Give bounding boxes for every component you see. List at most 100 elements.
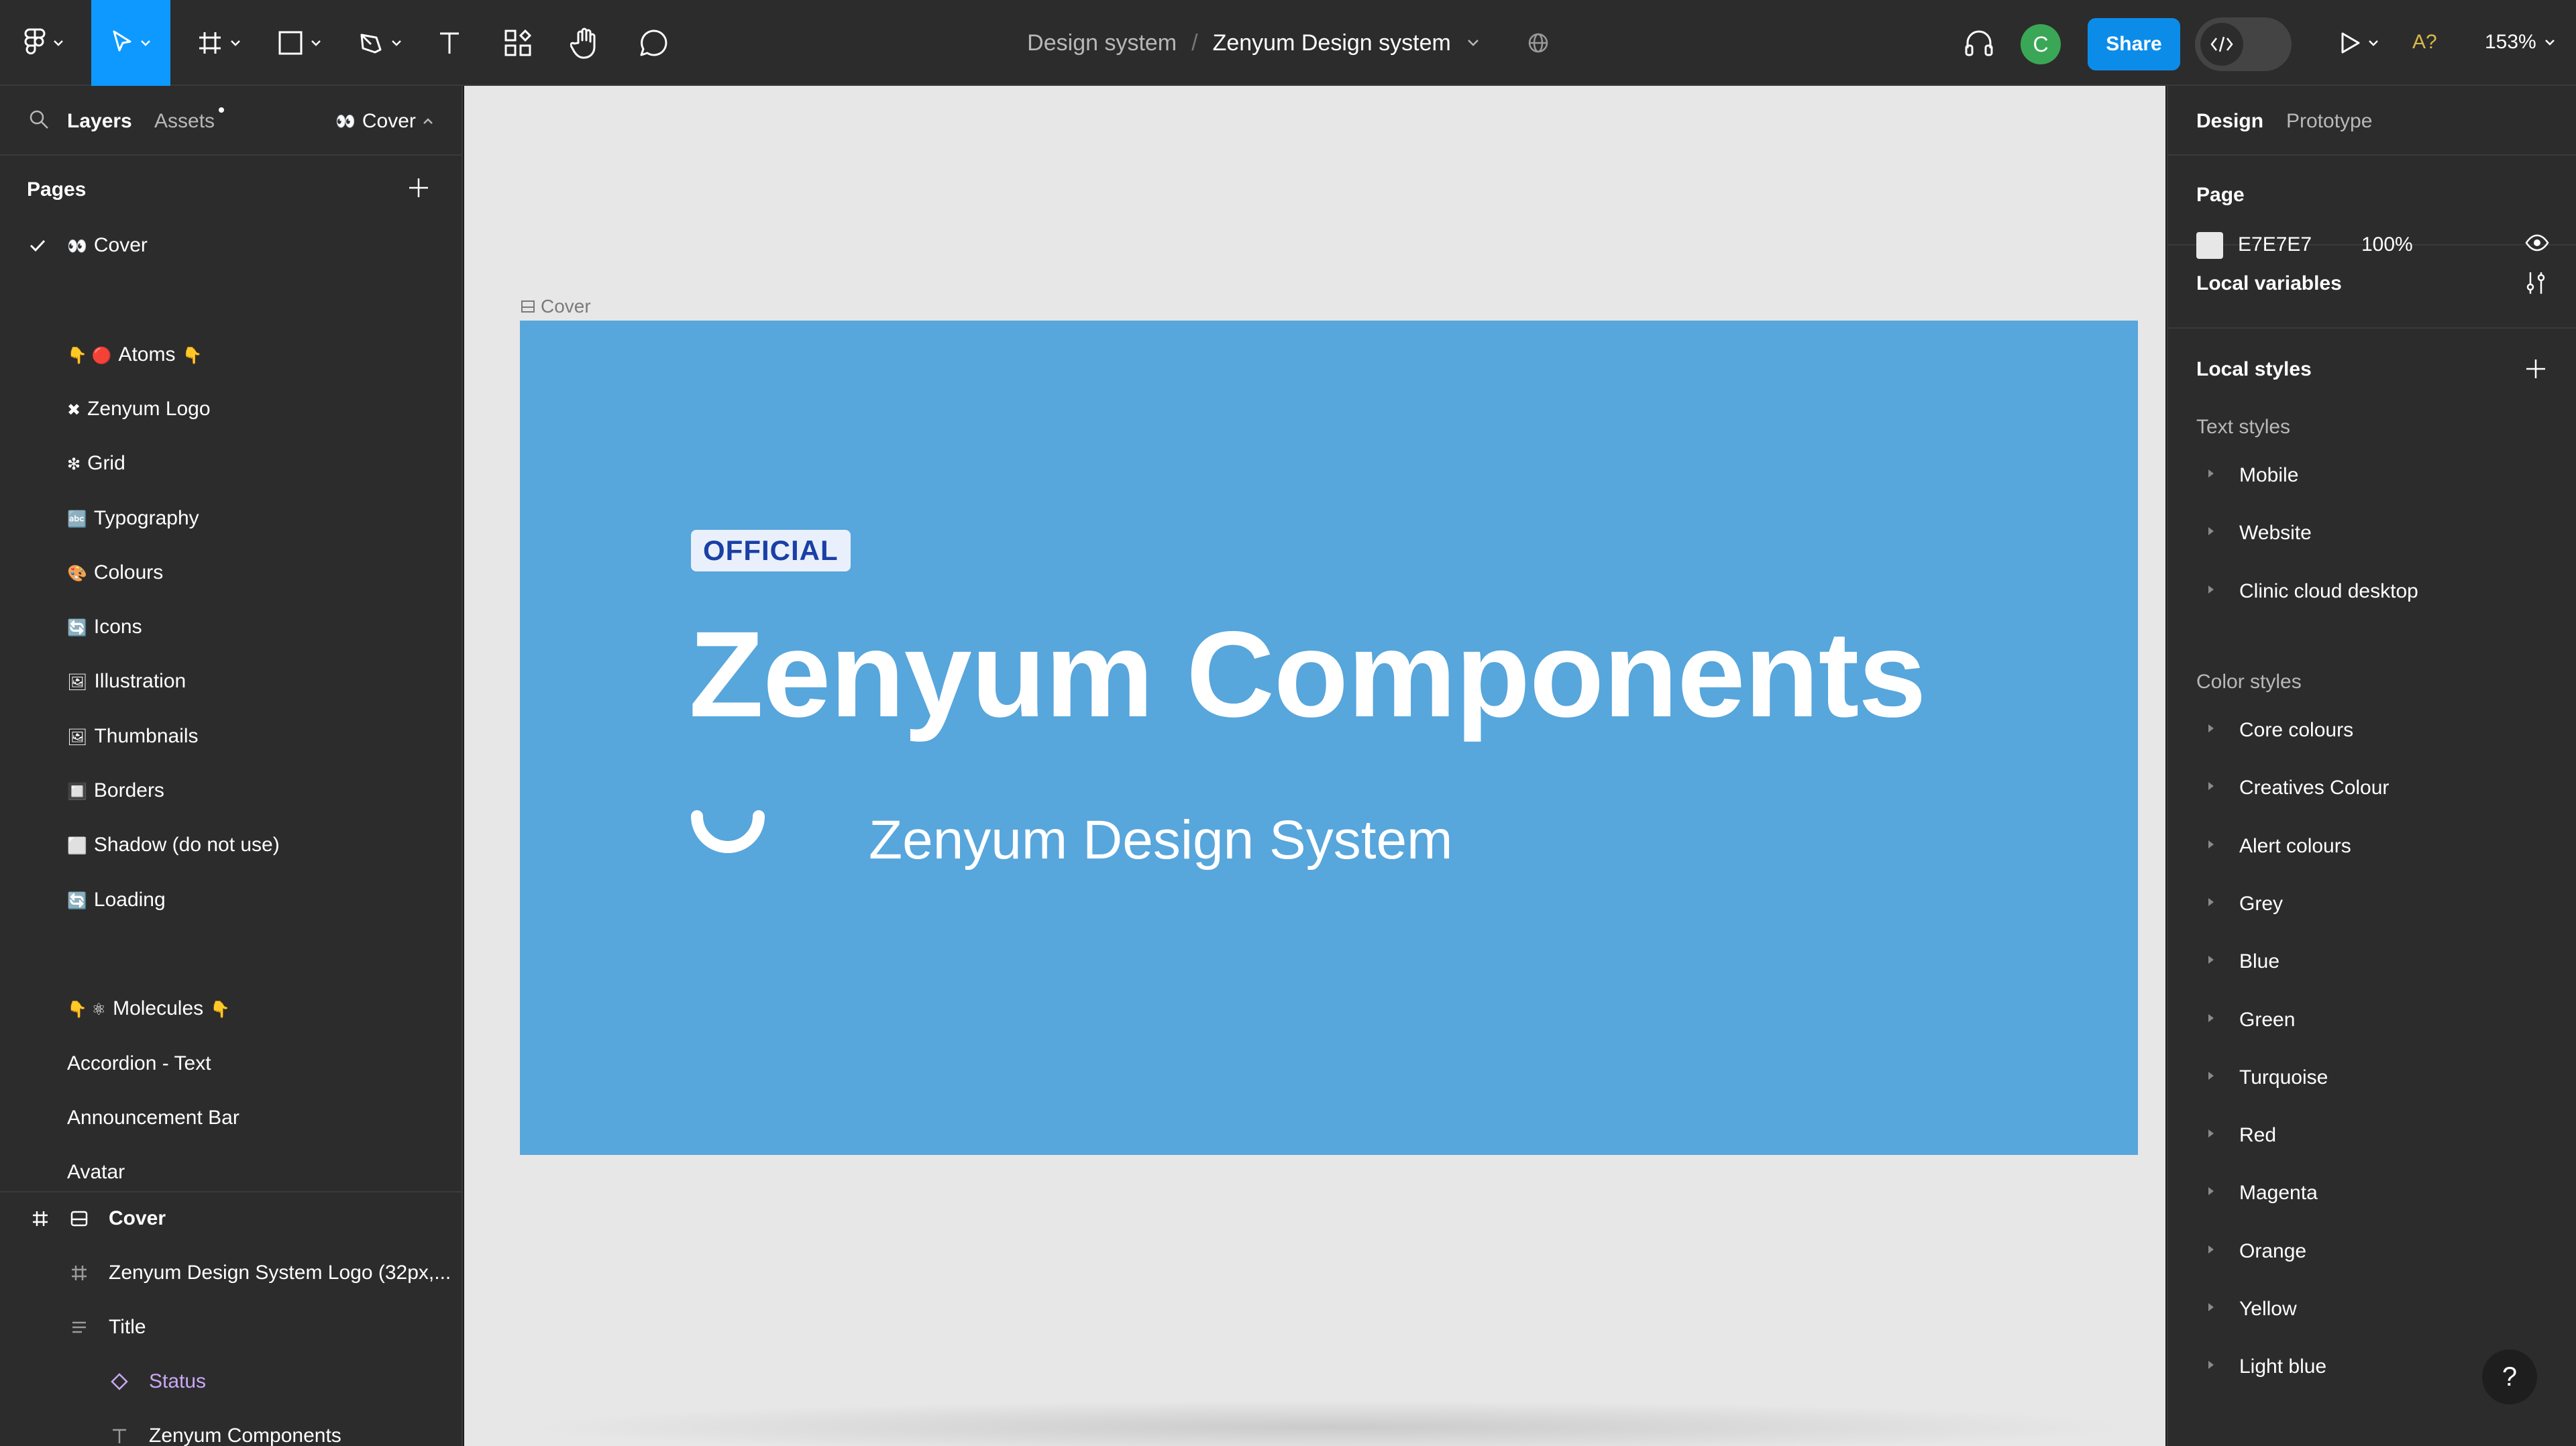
layer-name: Zenyum Design System Logo (32px,... (109, 1262, 451, 1284)
comment-tool-button[interactable] (632, 0, 675, 86)
page-name: Atoms (118, 343, 176, 366)
page-item[interactable]: 👇 ⚛ Molecules 👇 (0, 985, 462, 1032)
style-group-name: Turquoise (2239, 1066, 2328, 1089)
style-group-name: Blue (2239, 950, 2280, 973)
page-heading: Page (2196, 184, 2245, 206)
layer-row[interactable]: Status (0, 1358, 462, 1405)
zoom-menu[interactable]: 153% (2485, 31, 2555, 54)
plus-icon[interactable] (407, 176, 431, 200)
text-tool-button[interactable] (429, 0, 470, 86)
style-group-row[interactable]: Creatives Colour (2168, 762, 2576, 816)
page-name: Cover (93, 234, 148, 256)
globe-icon[interactable] (1527, 32, 1549, 54)
user-avatar[interactable]: C (2021, 24, 2061, 64)
chevron-down-icon[interactable] (1467, 39, 1479, 47)
page-item[interactable]: 🖼 Illustration (0, 658, 462, 705)
layer-row[interactable]: Cover (0, 1195, 462, 1242)
style-group-row[interactable]: Turquoise (2168, 1052, 2576, 1105)
share-button[interactable]: Share (2088, 18, 2180, 70)
page-item[interactable]: 🖼 Thumbnails (0, 713, 462, 760)
local-styles-section: Local styles Text styles Mobile Website Cl… (2168, 329, 2576, 1446)
style-group-row[interactable]: Core colours (2168, 704, 2576, 758)
page-item[interactable]: 🔤 Typography (0, 495, 462, 542)
chevron-down-icon (141, 40, 150, 46)
breadcrumb-project[interactable]: Design system (1027, 30, 1177, 56)
page-item[interactable]: Accordion - Text (0, 1040, 462, 1087)
layer-name: Cover (109, 1207, 166, 1229)
auto-layout-icon (72, 1321, 86, 1333)
plus-icon[interactable] (2524, 357, 2548, 381)
page-item[interactable]: ✖ Zenyum Logo (0, 386, 462, 433)
cover-frame[interactable]: OFFICIAL Zenyum Components Zenyum Design… (520, 321, 2138, 1155)
dev-mode-knob (2200, 23, 2243, 66)
tab-layers[interactable]: Layers (67, 110, 132, 133)
style-group-row[interactable]: Grey (2168, 878, 2576, 932)
local-variables-section: Local variables (2168, 245, 2576, 329)
comment-bubble-icon (640, 30, 667, 56)
dev-mode-toggle[interactable] (2195, 17, 2292, 71)
page-emoji-icon: 🔄 (67, 891, 87, 910)
page-item[interactable]: 🔄 Loading (0, 877, 462, 924)
page-emoji-icon: 🎨 (67, 564, 87, 583)
style-group-row[interactable]: Website (2168, 507, 2576, 561)
caret-right-icon (2208, 527, 2214, 536)
style-group-row[interactable]: Clinic cloud desktop (2168, 565, 2576, 619)
page-item[interactable]: 👇 🔴 Atoms 👇 (0, 331, 462, 378)
hand-tool-button[interactable] (564, 0, 606, 86)
resources-tool-button[interactable] (496, 0, 539, 86)
style-group-row[interactable]: Blue (2168, 936, 2576, 989)
style-group-row[interactable]: Red (2168, 1109, 2576, 1163)
page-item[interactable]: ⬜ Shadow (do not use) (0, 822, 462, 869)
caret-right-icon (2208, 1361, 2214, 1370)
current-page-toggle[interactable]: 👀 Cover (335, 110, 433, 133)
style-group-row[interactable]: Magenta (2168, 1167, 2576, 1221)
layer-row[interactable]: Title (0, 1304, 462, 1351)
tab-design[interactable]: Design (2196, 110, 2263, 133)
local-variables-heading[interactable]: Local variables (2196, 272, 2342, 295)
layer-row[interactable]: Zenyum Design System Logo (32px,... (0, 1249, 462, 1296)
frame-tool-button[interactable] (185, 0, 252, 86)
frame-icon (70, 1211, 88, 1227)
page-item[interactable]: Avatar (0, 1149, 462, 1196)
page-item[interactable]: 🔄 Icons (0, 604, 462, 651)
search-icon[interactable] (28, 109, 50, 130)
frame-hash-icon (33, 1211, 48, 1226)
canvas[interactable]: Cover OFFICIAL Zenyum Components Zenyum … (464, 86, 2165, 1446)
caret-right-icon (2208, 782, 2214, 791)
style-group-row[interactable]: Yellow (2168, 1283, 2576, 1337)
style-group-name: Light blue (2239, 1355, 2327, 1378)
shape-tool-button[interactable] (266, 0, 333, 86)
sliders-icon[interactable] (2524, 270, 2548, 296)
style-group-row[interactable]: Alert colours (2168, 820, 2576, 874)
style-group-name: Website (2239, 522, 2312, 545)
tab-assets[interactable]: Assets (154, 110, 215, 133)
audio-call-button[interactable] (1959, 0, 1999, 86)
style-group-row[interactable]: Orange (2168, 1225, 2576, 1279)
left-panel-tabs: Layers Assets 👀 Cover (0, 86, 462, 156)
frame-label[interactable]: Cover (521, 296, 591, 317)
breadcrumb-separator: / (1191, 30, 1198, 56)
tab-prototype[interactable]: Prototype (2286, 110, 2372, 133)
style-group-row[interactable]: Green (2168, 994, 2576, 1048)
page-item[interactable]: ❇ Grid (0, 440, 462, 487)
page-item (0, 931, 462, 978)
toolbar: Design system / Zenyum Design system C S… (0, 0, 2576, 86)
page-item[interactable]: 🎨 Colours (0, 549, 462, 596)
page-emoji-icon: 👀 (67, 237, 87, 256)
page-item[interactable]: 👀 Cover (0, 222, 462, 269)
present-button[interactable] (2325, 0, 2392, 86)
main-menu-button[interactable] (13, 0, 74, 86)
page-item[interactable]: 🔲 Borders (0, 767, 462, 814)
file-name[interactable]: Zenyum Design system (1213, 30, 1451, 56)
layer-row[interactable]: Zenyum Components (0, 1412, 462, 1446)
style-group-row[interactable]: Mobile (2168, 449, 2576, 503)
page-item-label: 🔲 Borders (67, 779, 164, 802)
font-warning-button[interactable]: A? (2412, 31, 2437, 54)
help-button[interactable]: ? (2482, 1349, 2537, 1404)
move-tool-button[interactable] (91, 0, 170, 86)
page-item[interactable]: Announcement Bar (0, 1095, 462, 1142)
pen-tool-button[interactable] (346, 0, 413, 86)
caret-right-icon (2208, 1071, 2214, 1080)
page-item-label: 🎨 Colours (67, 561, 163, 584)
page-item-label: 🖼 Thumbnails (67, 725, 199, 748)
